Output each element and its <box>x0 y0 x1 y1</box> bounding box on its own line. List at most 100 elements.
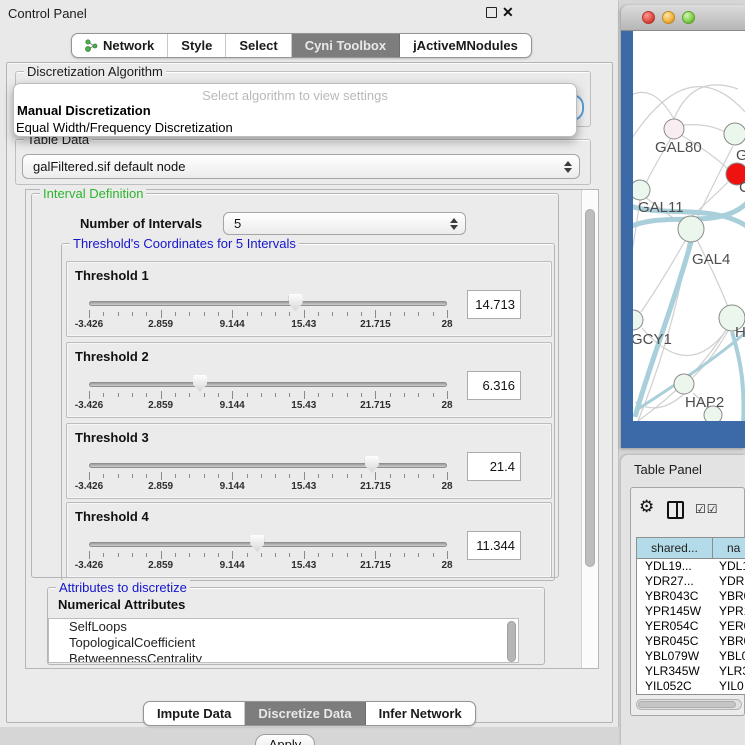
threshold-3-value-field[interactable] <box>467 452 521 481</box>
interval-definition-label: Interval Definition <box>40 186 146 201</box>
table-row[interactable]: YDR27...YDR2 <box>637 574 745 589</box>
table-cell[interactable]: YLR345W <box>637 664 713 679</box>
network-node[interactable] <box>678 216 704 242</box>
attributes-list[interactable]: SelfLoopsTopologicalCoefficientBetweenne… <box>48 618 519 663</box>
tab-jactivemnodules[interactable]: jActiveMNodules <box>400 34 531 57</box>
top-tab-bar: Network Style Select Cyni Toolbox jActiv… <box>71 33 532 58</box>
checked-checkboxes-icon[interactable]: ☑☑ <box>695 502 719 516</box>
table-data-combobox[interactable]: galFiltered.sif default node <box>22 154 580 179</box>
algorithm-option-equal-width[interactable]: Equal Width/Frequency Discretization <box>16 120 233 135</box>
column-header-name[interactable]: na <box>713 538 745 558</box>
table-cell[interactable]: YDR2 <box>713 574 745 589</box>
close-traffic-light-icon[interactable] <box>642 11 655 24</box>
tab-network[interactable]: Network <box>72 34 168 57</box>
table-row[interactable]: YPR145WYPR1 <box>637 604 745 619</box>
tab-label: Style <box>181 38 212 53</box>
close-icon[interactable]: ✕ <box>502 4 514 21</box>
gear-icon[interactable]: ⚙ <box>639 497 654 517</box>
table-cell[interactable]: YBR0 <box>713 634 745 649</box>
table-cell[interactable]: YBL079W <box>637 649 713 664</box>
tab-cyni-toolbox[interactable]: Cyni Toolbox <box>292 34 400 57</box>
threshold-1-value-field[interactable] <box>467 290 521 319</box>
column-header-shared-name[interactable]: shared... <box>637 538 713 558</box>
node-table: shared... na YDL19...YDL1YDR27...YDR2YBR… <box>636 537 745 695</box>
threshold-4-slider[interactable]: -3.4262.8599.14415.4321.71528 <box>89 535 447 575</box>
network-graph: GAL80GACGAL11GAL4GCY1HHAP2 <box>633 31 745 421</box>
network-canvas[interactable]: GAL80GACGAL11GAL4GCY1HHAP2 <box>633 31 745 421</box>
table-row[interactable]: YBL079WYBL0 <box>637 649 745 664</box>
table-cell[interactable]: YER054C <box>637 619 713 634</box>
table-cell[interactable]: YDL19... <box>637 559 713 574</box>
tab-infer-network[interactable]: Infer Network <box>366 702 475 725</box>
apply-button[interactable]: Apply <box>255 734 315 745</box>
thresholds-group-label: Threshold's Coordinates for 5 Intervals <box>70 236 299 251</box>
tab-discretize-data[interactable]: Discretize Data <box>245 702 365 725</box>
split-columns-icon[interactable] <box>667 501 684 519</box>
minimize-traffic-light-icon[interactable] <box>662 11 675 24</box>
num-intervals-combobox[interactable]: 5 <box>223 212 466 235</box>
attributes-group-label: Attributes to discretize <box>56 580 190 595</box>
network-node[interactable] <box>724 123 745 145</box>
network-node[interactable] <box>633 310 643 330</box>
threshold-3-slider[interactable]: -3.4262.8599.14415.4321.71528 <box>89 456 447 496</box>
table-cell[interactable]: YER0 <box>713 619 745 634</box>
network-node-label: GAL4 <box>692 251 730 268</box>
tab-label: Infer Network <box>379 706 462 721</box>
num-intervals-label: Number of Intervals <box>80 216 202 231</box>
slider-handle[interactable] <box>193 375 207 392</box>
slider-tick-labels: -3.4262.8599.14415.4321.71528 <box>89 319 447 331</box>
network-node[interactable] <box>633 180 650 200</box>
algorithm-option-manual[interactable]: Manual Discretization <box>17 103 151 118</box>
slider-ticks <box>89 551 447 559</box>
slider-handle[interactable] <box>250 535 264 552</box>
network-node[interactable] <box>674 374 694 394</box>
table-row[interactable]: YER054CYER0 <box>637 619 745 634</box>
table-cell[interactable]: YBL0 <box>713 649 745 664</box>
slider-track <box>89 542 447 547</box>
table-row[interactable]: YLR345WYLR3 <box>637 664 745 679</box>
settings-vertical-scrollbar[interactable] <box>581 190 598 668</box>
tab-impute-data[interactable]: Impute Data <box>144 702 245 725</box>
app-root: Control Panel ✕ Network Style Select Cyn… <box>0 0 745 745</box>
table-cell[interactable]: YBR0 <box>713 589 745 604</box>
table-cell[interactable]: YLR3 <box>713 664 745 679</box>
scrollbar-thumb[interactable] <box>638 701 736 708</box>
table-horizontal-scrollbar[interactable] <box>636 699 742 710</box>
table-cell[interactable]: YPR145W <box>637 604 713 619</box>
slider-tick-labels: -3.4262.8599.14415.4321.71528 <box>89 400 447 412</box>
network-node[interactable] <box>664 119 684 139</box>
threshold-1-slider[interactable]: -3.4262.8599.14415.4321.71528 <box>89 294 447 334</box>
threshold-2-panel: Threshold 2 -3.4262.8599.14415.4321.7152… <box>66 342 552 418</box>
slider-ticks <box>89 310 447 318</box>
attribute-item[interactable]: SelfLoops <box>49 619 518 635</box>
table-cell[interactable]: YPR1 <box>713 604 745 619</box>
table-row[interactable]: YBR043CYBR0 <box>637 589 745 604</box>
threshold-4-value-field[interactable] <box>467 531 521 560</box>
zoom-traffic-light-icon[interactable] <box>682 11 695 24</box>
attributes-list-scrollbar[interactable] <box>507 621 516 662</box>
table-cell[interactable]: YDR27... <box>637 574 713 589</box>
tab-select[interactable]: Select <box>226 34 291 57</box>
slider-handle[interactable] <box>365 456 379 473</box>
tab-label: Network <box>103 38 154 53</box>
table-cell[interactable]: YDL1 <box>713 559 745 574</box>
threshold-2-slider[interactable]: -3.4262.8599.14415.4321.71528 <box>89 375 447 415</box>
table-row[interactable]: YIL052CYIL0 <box>637 679 745 694</box>
scrollbar-thumb[interactable] <box>585 209 595 567</box>
table-cell[interactable]: YIL0 <box>713 679 745 694</box>
table-cell[interactable]: YBR045C <box>637 634 713 649</box>
slider-track <box>89 301 447 306</box>
table-row[interactable]: YDL19...YDL1 <box>637 559 745 574</box>
threshold-2-value-field[interactable] <box>467 371 521 400</box>
table-cell[interactable]: YIL052C <box>637 679 713 694</box>
float-window-icon[interactable] <box>486 7 497 18</box>
table-cell[interactable]: YBR043C <box>637 589 713 604</box>
tab-style[interactable]: Style <box>168 34 226 57</box>
network-window-titlebar[interactable] <box>621 5 745 31</box>
table-row[interactable]: YBR045CYBR0 <box>637 634 745 649</box>
slider-handle[interactable] <box>289 294 303 311</box>
attribute-item[interactable]: BetweennessCentrality <box>49 651 518 663</box>
attribute-item[interactable]: TopologicalCoefficient <box>49 635 518 651</box>
network-node-label: GAL11 <box>638 199 684 216</box>
tab-label: Discretize Data <box>258 706 351 721</box>
